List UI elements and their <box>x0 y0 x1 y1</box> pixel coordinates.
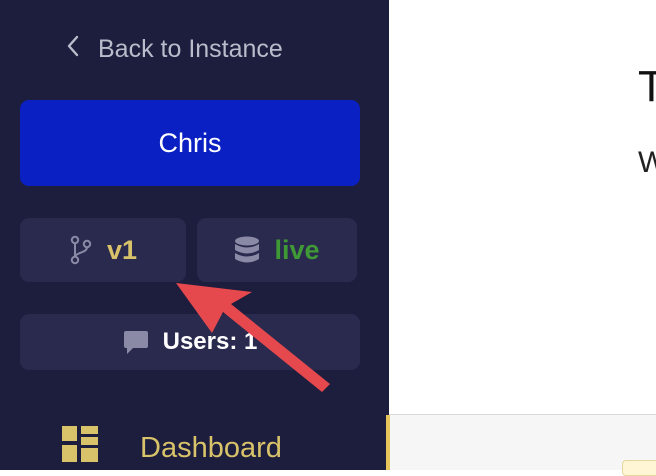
sidebar-item-dashboard[interactable]: Dashboard <box>62 426 282 470</box>
page-title: T <box>638 62 656 111</box>
back-link-label: Back to Instance <box>98 34 283 63</box>
users-badge[interactable]: Users: 1 <box>20 314 360 370</box>
database-icon <box>234 236 260 264</box>
environment-label: live <box>274 234 320 265</box>
status-chip <box>622 460 656 476</box>
user-button[interactable]: Chris <box>20 100 360 186</box>
page-subtitle: W <box>638 146 656 179</box>
chat-bubble-icon <box>123 329 149 355</box>
sidebar: Back to Instance Chris v1 live Users: 1 … <box>0 0 389 470</box>
git-branch-icon <box>69 235 93 265</box>
main-content <box>389 0 656 470</box>
chevron-left-icon <box>64 34 82 65</box>
back-to-instance-link[interactable]: Back to Instance <box>64 30 283 68</box>
user-button-label: Chris <box>158 127 222 158</box>
panel-accent-bar <box>386 415 390 470</box>
version-label: v1 <box>106 234 138 265</box>
version-badge[interactable]: v1 <box>20 218 186 282</box>
main-bottom-panel <box>389 415 656 470</box>
dashboard-label: Dashboard <box>140 431 282 464</box>
users-label: Users: 1 <box>162 328 258 355</box>
environment-badge[interactable]: live <box>197 218 357 282</box>
dashboard-grid-icon <box>62 426 98 470</box>
